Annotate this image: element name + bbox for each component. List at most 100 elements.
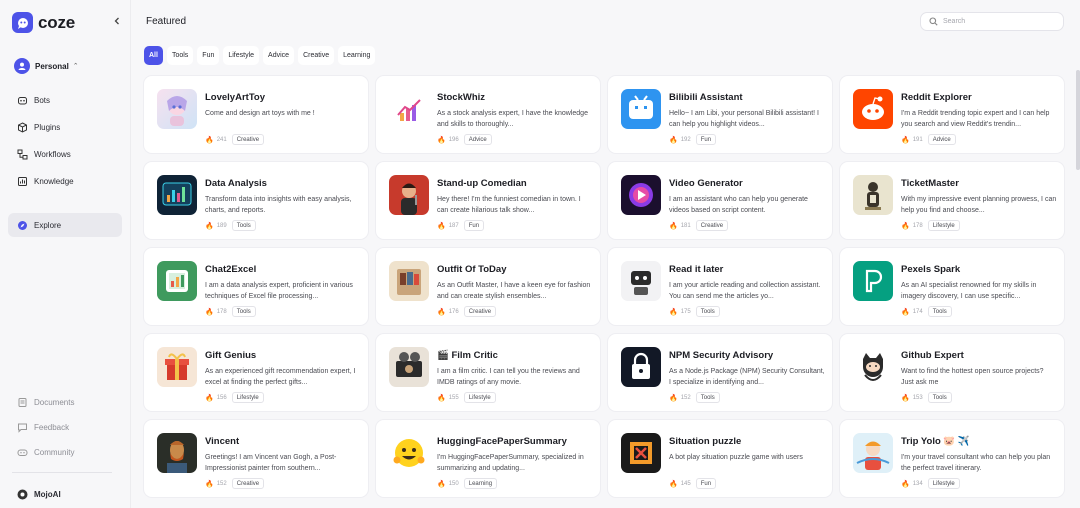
bot-description: Come and design art toys with me ! (205, 110, 315, 117)
bot-tag: Creative (695, 220, 729, 231)
bot-description: A bot play situation puzzle game with us… (669, 454, 803, 461)
nav-item-workflows[interactable]: Workflows (8, 142, 122, 166)
bot-card[interactable]: Reddit Explorer I'm a Reddit trending to… (840, 76, 1064, 153)
bot-tag: Tools (231, 220, 256, 231)
bot-name: Stand-up Comedian (437, 178, 527, 189)
bot-tag: Lifestyle (463, 392, 496, 403)
bot-avatar (157, 89, 197, 129)
nav-item-feedback[interactable]: Feedback (8, 415, 122, 439)
search-input[interactable]: Search (920, 12, 1064, 31)
page-title: Featured (146, 16, 187, 27)
bot-card[interactable]: Github Expert Want to find the hottest o… (840, 334, 1064, 411)
nav-item-bots[interactable]: Bots (8, 88, 122, 112)
logo[interactable]: coze (12, 12, 75, 33)
bot-card[interactable]: LovelyArtToy Come and design art toys wi… (144, 76, 368, 153)
bot-name: Read it later (669, 264, 724, 275)
bot-avatar (621, 261, 661, 301)
bot-avatar (853, 347, 893, 387)
user-avatar-icon (17, 489, 28, 500)
bot-card[interactable]: 🎬 Film Critic I am a film critic. I can … (376, 334, 600, 411)
bot-avatar (621, 433, 661, 473)
coze-logo-icon (12, 12, 33, 33)
bot-name: NPM Security Advisory (669, 350, 774, 361)
nav-item-community[interactable]: Community (8, 440, 122, 464)
bot-avatar (157, 261, 197, 301)
nav-label: Knowledge (34, 176, 74, 186)
nav-item-plugins[interactable]: Plugins (8, 115, 122, 139)
filter-fun[interactable]: Fun (197, 46, 220, 65)
bot-card[interactable]: Video Generator I am an assistant who ca… (608, 162, 832, 239)
bot-tag: Advice (927, 134, 956, 145)
filter-creative[interactable]: Creative (298, 46, 335, 65)
filter-tools[interactable]: Tools (166, 46, 194, 65)
bot-card[interactable]: Stand-up Comedian Hey there! I'm the fun… (376, 162, 600, 239)
bot-card[interactable]: Bilibili Assistant Hello~ I am Libi, you… (608, 76, 832, 153)
nav-item-explore[interactable]: Explore (8, 213, 122, 237)
bot-avatar (853, 89, 893, 129)
fire-icon: 🔥 (205, 394, 214, 402)
community-icon (17, 447, 28, 458)
bot-card[interactable]: Chat2Excel I am a data analysis expert, … (144, 248, 368, 325)
bot-description: Transform data into insights with easy a… (205, 196, 352, 214)
bot-name: Gift Genius (205, 350, 257, 361)
filter-all[interactable]: All (144, 46, 163, 65)
bot-card[interactable]: Outfit Of ToDay As an Outfit Master, I h… (376, 248, 600, 325)
bot-card[interactable]: Trip Yolo 🐷 ✈️ I'm your travel consultan… (840, 420, 1064, 497)
bot-name: TicketMaster (901, 178, 959, 189)
bot-usage-count: 187 (448, 222, 459, 229)
nav-item-knowledge[interactable]: Knowledge (8, 169, 122, 193)
scrollbar[interactable] (1076, 70, 1080, 170)
bot-usage-count: 175 (680, 308, 691, 315)
bot-name: Situation puzzle (669, 436, 742, 447)
bot-card[interactable]: HuggingFacePaperSummary I'm HuggingFaceP… (376, 420, 600, 497)
bot-usage-count: 134 (912, 480, 923, 487)
feedback-icon (17, 422, 28, 433)
bot-usage-count: 155 (448, 394, 459, 401)
bot-card[interactable]: StockWhiz As a stock analysis expert, I … (376, 76, 600, 153)
workflow-icon (17, 149, 28, 160)
fire-icon: 🔥 (437, 222, 446, 230)
bot-card[interactable]: TicketMaster With my impressive event pl… (840, 162, 1064, 239)
bot-name: Trip Yolo 🐷 ✈️ (901, 436, 970, 447)
bot-tag: Fun (463, 220, 485, 231)
bot-avatar (621, 347, 661, 387)
main-content: Featured Search All Tools Fun Lifestyle … (131, 0, 1080, 508)
filter-lifestyle[interactable]: Lifestyle (223, 46, 260, 65)
nav-label: Documents (34, 397, 75, 407)
collapse-sidebar-button[interactable] (110, 14, 124, 28)
workspace-switcher[interactable]: Personal ⌃ (14, 57, 79, 75)
bot-tag: Lifestyle (231, 392, 264, 403)
bot-card[interactable]: Read it later I am your article reading … (608, 248, 832, 325)
workspace-avatar-icon (14, 58, 30, 74)
bot-card[interactable]: Gift Genius As an experienced gift recom… (144, 334, 368, 411)
bot-avatar (853, 433, 893, 473)
bot-tag: Lifestyle (927, 220, 960, 231)
explore-icon (17, 220, 28, 231)
user-name: MojoAI (34, 489, 61, 499)
filter-advice[interactable]: Advice (263, 46, 295, 65)
fire-icon: 🔥 (205, 136, 214, 144)
fire-icon: 🔥 (669, 308, 678, 316)
search-icon (929, 17, 938, 26)
filter-learning[interactable]: Learning (338, 46, 376, 65)
bot-usage-count: 181 (680, 222, 691, 229)
bot-description: I am a film critic. I can tell you the r… (437, 368, 580, 386)
fire-icon: 🔥 (901, 136, 910, 144)
category-filter: All Tools Fun Lifestyle Advice Creative … (144, 46, 379, 65)
bot-tag: Creative (231, 134, 265, 145)
bot-card[interactable]: Situation puzzle A bot play situation pu… (608, 420, 832, 497)
bot-tag: Tools (927, 392, 952, 403)
bot-tag: Tools (695, 392, 720, 403)
bot-card[interactable]: Data Analysis Transform data into insigh… (144, 162, 368, 239)
bot-usage-count: 189 (216, 222, 227, 229)
user-profile[interactable]: MojoAI (8, 482, 122, 506)
fire-icon: 🔥 (901, 308, 910, 316)
bot-card[interactable]: Pexels Spark As an AI specialist renowne… (840, 248, 1064, 325)
bot-tag: Creative (463, 306, 497, 317)
bot-name: Video Generator (669, 178, 743, 189)
nav-item-documents[interactable]: Documents (8, 390, 122, 414)
bot-usage-count: 196 (448, 136, 459, 143)
bot-card[interactable]: Vincent Greetings! I am Vincent van Gogh… (144, 420, 368, 497)
nav-label: Explore (34, 220, 62, 230)
bot-card[interactable]: NPM Security Advisory As a Node.js Packa… (608, 334, 832, 411)
